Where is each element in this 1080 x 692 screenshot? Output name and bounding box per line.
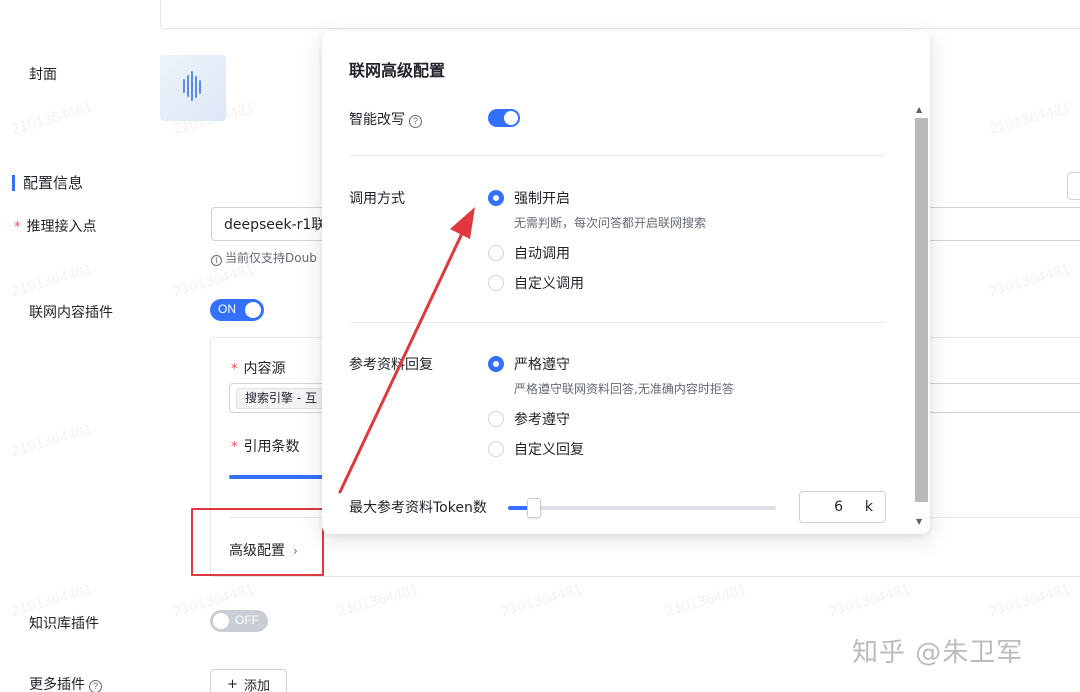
citation-count-label: * 引用条数 [231,436,300,456]
watermark: 2101364481 [9,420,95,461]
web-plugin-toggle[interactable]: ON [210,299,264,321]
endpoint-hint: i 当前仅支持Doub [211,249,317,266]
max-tokens-label: 最大参考资料Token数 [349,500,487,516]
scroll-up-icon[interactable]: ▲ [916,105,922,114]
annotation-highlight-box [191,508,324,576]
max-tokens-unit: k [864,499,873,515]
content-source-tag: 搜索引擎 - 互 [236,388,326,409]
radio-dot [488,356,504,372]
watermark: 2101364481 [335,580,421,621]
citation-count-slider[interactable] [229,475,325,479]
toggle-knob [213,613,229,629]
required-mark: * [231,440,238,455]
section-title: 配置信息 [12,175,83,191]
cover-label: 封面 [29,67,57,83]
scroll-down-icon[interactable]: ▼ [916,517,922,526]
side-button[interactable] [1067,172,1080,200]
toggle-off-text: OFF [235,613,259,627]
radio-dot [488,275,504,291]
endpoint-label: * 推理接入点 [14,216,97,236]
radio-dot [488,441,504,457]
reference-reply-label: 参考资料回复 [349,357,433,373]
radio-auto-invoke[interactable]: 自动调用 [488,243,570,263]
radio-label: 严格遵守 [514,357,570,373]
toggle-knob [245,302,261,318]
kb-plugin-toggle[interactable]: OFF [210,610,268,632]
smart-rewrite-label: 智能改写? [349,109,422,129]
watermark: 2101364481 [499,580,585,621]
help-icon[interactable]: ? [409,115,422,128]
popup-scrollbar[interactable]: ▲ ▼ [913,101,928,531]
watermark: 2101364481 [987,98,1073,139]
radio-label: 参考遵守 [514,412,570,428]
watermark: 2101364481 [9,98,95,139]
watermark: 2101364481 [663,580,749,621]
watermark: 2101364481 [9,260,95,301]
kb-plugin-label: 知识库插件 [29,616,99,632]
required-mark: * [14,220,21,235]
watermark: 2101364481 [171,260,257,301]
radio-reference[interactable]: 参考遵守 [488,409,570,429]
add-plugin-label: 添加 [243,678,270,692]
credit-watermark: 知乎 @朱卫军 [852,638,1024,668]
web-plugin-label: 联网内容插件 [29,305,113,321]
max-tokens-slider-handle[interactable] [527,498,541,518]
plus-icon: + [227,676,238,692]
max-tokens-slider-track[interactable] [508,506,776,510]
radio-force-on[interactable]: 强制开启 [488,188,570,208]
max-tokens-input[interactable]: 6 k [799,491,886,523]
popup-divider [349,322,885,323]
max-tokens-value: 6 [834,499,843,515]
radio-label: 强制开启 [514,191,570,207]
radio-dot [488,245,504,261]
smart-rewrite-label-text: 智能改写 [349,112,405,128]
watermark: 2101364481 [987,260,1073,301]
content-source-label: * 内容源 [231,358,286,378]
toggle-on-text: ON [218,302,236,316]
citation-count-label-text: 引用条数 [243,439,300,455]
radio-label: 自定义调用 [514,276,584,292]
more-plugins-label-text: 更多插件 [29,677,85,692]
scrollbar-thumb[interactable] [915,118,928,502]
radio-strict[interactable]: 严格遵守 [488,354,570,374]
add-plugin-button[interactable]: + 添加 [210,669,287,692]
smart-rewrite-toggle[interactable] [488,109,520,127]
radio-custom-invoke[interactable]: 自定义调用 [488,273,584,293]
help-icon[interactable]: ? [89,680,102,692]
radio-description: 严格遵守联网资料回答,无准确内容时拒答 [514,382,734,396]
radio-label: 自动调用 [514,246,570,262]
popup-divider [349,155,885,156]
watermark: 2101364481 [987,580,1073,621]
cover-image[interactable] [160,55,226,121]
radio-label: 自定义回复 [514,442,584,458]
popup-title: 联网高级配置 [349,61,446,80]
endpoint-hint-text: 当前仅支持Doub [225,251,317,265]
radio-dot [488,411,504,427]
info-icon: i [211,255,222,266]
watermark: 2101364481 [827,580,913,621]
description-textarea[interactable] [160,0,1080,29]
more-plugins-label: 更多插件? [29,674,102,692]
radio-description: 无需判断，每次问答都开启联网搜索 [514,216,707,230]
content-source-label-text: 内容源 [243,361,286,377]
advanced-config-popup: 联网高级配置 智能改写? 调用方式 强制开启 无需判断，每次问答都开启联网搜索 … [322,31,930,534]
endpoint-label-text: 推理接入点 [26,219,97,235]
required-mark: * [231,362,238,377]
radio-dot [488,190,504,206]
invoke-mode-label: 调用方式 [349,191,405,207]
toggle-knob [504,111,518,125]
radio-custom-reply[interactable]: 自定义回复 [488,439,584,459]
